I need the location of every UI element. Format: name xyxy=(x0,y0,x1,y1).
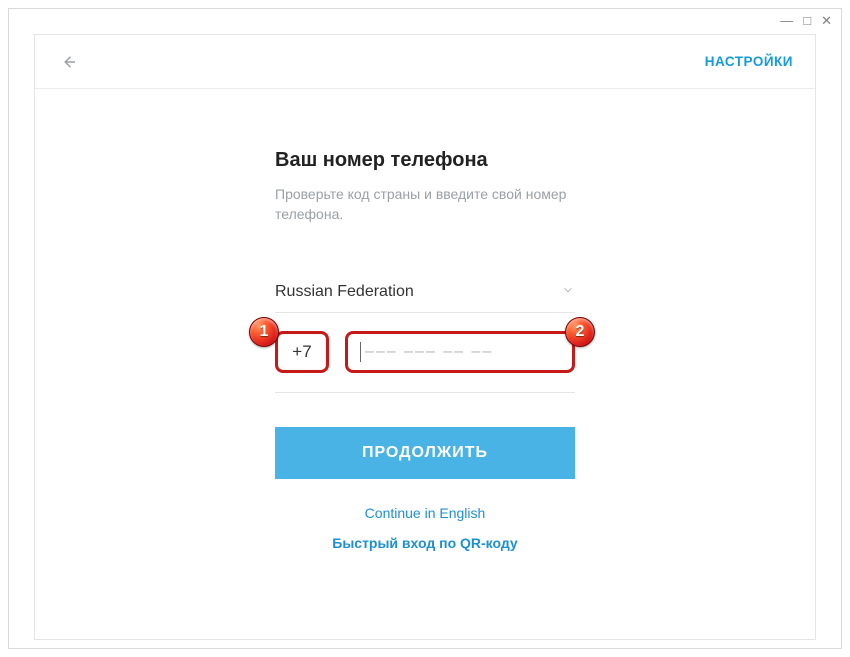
page-subtitle: Проверьте код страны и введите свой номе… xyxy=(275,184,575,225)
phone-row: 1 +7 ––– ––– –– –– 2 xyxy=(275,313,575,393)
close-icon[interactable]: ✕ xyxy=(821,14,832,27)
continue-button[interactable]: ПРОДОЛЖИТЬ xyxy=(275,427,575,479)
chevron-down-icon xyxy=(561,283,575,302)
page-title: Ваш номер телефона xyxy=(275,149,575,172)
annotation-badge-1: 1 xyxy=(249,317,279,347)
dial-code-field[interactable]: +7 xyxy=(275,331,329,373)
phone-placeholder: ––– ––– –– –– xyxy=(365,343,493,361)
app-canvas: — □ ✕ НАСТРОЙКИ Ваш номер телефона Прове… xyxy=(0,0,850,657)
text-cursor xyxy=(360,342,361,362)
country-selector[interactable]: Russian Federation xyxy=(275,273,575,313)
settings-link[interactable]: НАСТРОЙКИ xyxy=(705,54,793,69)
annotation-badge-2: 2 xyxy=(565,317,595,347)
arrow-left-icon xyxy=(60,53,78,71)
maximize-icon[interactable]: □ xyxy=(803,14,811,27)
phone-number-input[interactable]: ––– ––– –– –– xyxy=(345,331,575,373)
login-form: Ваш номер телефона Проверьте код страны … xyxy=(275,149,575,551)
country-name: Russian Federation xyxy=(275,283,414,301)
app-header: НАСТРОЙКИ xyxy=(35,35,815,89)
continue-english-link[interactable]: Continue in English xyxy=(275,505,575,521)
back-button[interactable] xyxy=(57,50,81,74)
qr-login-link[interactable]: Быстрый вход по QR-коду xyxy=(275,535,575,551)
app-window: НАСТРОЙКИ Ваш номер телефона Проверьте к… xyxy=(34,34,816,640)
minimize-icon[interactable]: — xyxy=(780,14,793,27)
window-controls: — □ ✕ xyxy=(780,14,832,27)
